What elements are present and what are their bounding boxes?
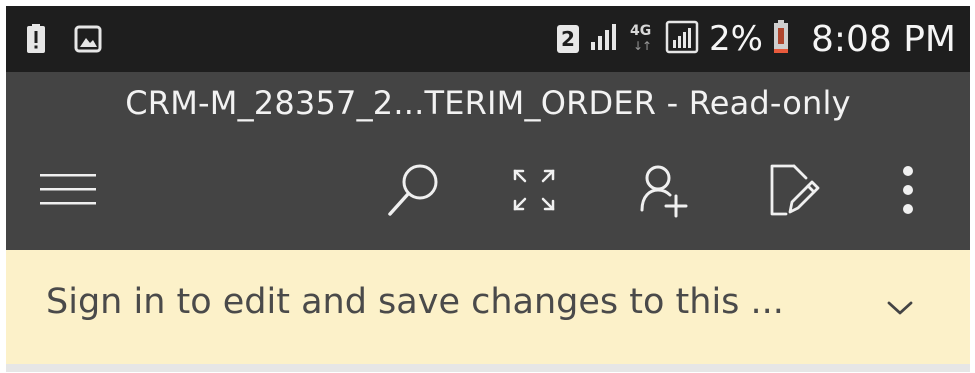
sim-slot-badge: 2	[556, 25, 579, 53]
document-title: CRM-M_28357_2...TERIM_ORDER - Read-only	[125, 84, 851, 122]
data-arrows-icon: ↓↑	[632, 39, 652, 53]
status-notifications	[26, 24, 102, 59]
share-person-icon	[636, 162, 692, 223]
image-notification-icon	[74, 25, 102, 58]
app-bar: CRM-M_28357_2...TERIM_ORDER - Read-only	[6, 72, 970, 250]
status-system: 2 4G ↓↑ 2% 8:08 PM	[556, 16, 956, 62]
more-options-icon	[898, 164, 918, 221]
edit-document-icon	[764, 162, 820, 223]
alert-icon	[26, 24, 46, 59]
status-bar: 2 4G ↓↑ 2% 8:08 PM	[6, 6, 970, 72]
network-type-indicator: 4G ↓↑	[629, 21, 655, 57]
menu-icon	[38, 170, 98, 215]
menu-button[interactable]	[36, 160, 100, 224]
network-type-label: 4G	[629, 23, 652, 39]
battery-percent: 2%	[708, 19, 763, 59]
app-window: 2 4G ↓↑ 2% 8:08 PM CRM-M_28357_2...TERIM…	[6, 6, 970, 372]
clock: 8:08 PM	[810, 18, 956, 60]
sign-in-notice-text: Sign in to edit and save changes to this…	[46, 282, 784, 322]
battery-icon	[773, 19, 789, 59]
chevron-down-icon	[886, 299, 914, 322]
signal-strength-boxed-icon	[665, 20, 699, 59]
content-divider	[6, 364, 970, 372]
fullscreen-button[interactable]	[502, 160, 566, 224]
more-options-button[interactable]	[876, 160, 940, 224]
search-icon	[384, 160, 444, 225]
expand-notice-button[interactable]	[878, 290, 922, 330]
fullscreen-icon	[509, 165, 559, 220]
signal-strength-icon	[589, 22, 619, 57]
share-button[interactable]	[632, 160, 696, 224]
edit-button[interactable]	[760, 160, 824, 224]
search-button[interactable]	[382, 160, 446, 224]
sign-in-notice-bar[interactable]: Sign in to edit and save changes to this…	[6, 250, 970, 364]
